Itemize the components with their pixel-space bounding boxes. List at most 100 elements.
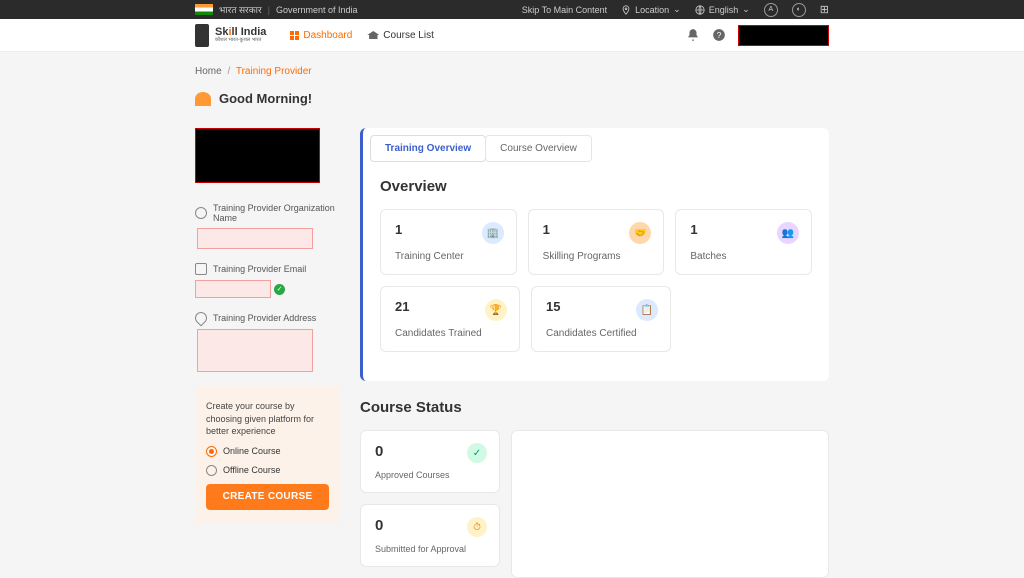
- create-course-card: Create your course by choosing given pla…: [195, 386, 340, 524]
- course-status-section: Course Status 0 ✓ Approved Courses 0 ⏱ S…: [360, 399, 829, 578]
- sun-icon: [195, 92, 211, 106]
- radio-icon: [206, 446, 217, 457]
- top-bar: भारत सरकार | Government of India Skip To…: [0, 0, 1024, 19]
- breadcrumb-current: Training Provider: [236, 66, 312, 77]
- greeting: Good Morning!: [195, 91, 829, 106]
- emblem-icon: [195, 24, 209, 47]
- chevron-down-icon: ⌄: [673, 4, 681, 15]
- help-icon[interactable]: ?: [712, 28, 726, 42]
- radio-offline[interactable]: Offline Course: [206, 465, 329, 476]
- stat-candidates-trained[interactable]: 21 🏆 Candidates Trained: [380, 286, 520, 352]
- dashboard-grid-icon: [290, 31, 299, 40]
- location-label: Location: [635, 5, 669, 15]
- field-header: Training Provider Address: [195, 312, 340, 324]
- email-value: [195, 280, 271, 298]
- india-flag-icon: [195, 4, 213, 15]
- org-label: Training Provider Organization Name: [213, 203, 340, 223]
- breadcrumb-sep: /: [227, 66, 230, 77]
- bell-icon[interactable]: [686, 28, 700, 42]
- topbar-left: भारत सरकार | Government of India: [195, 3, 358, 16]
- main: Training Overview Course Overview Overvi…: [360, 128, 829, 578]
- location-pin-icon: [621, 5, 631, 15]
- stat-approved-courses[interactable]: 0 ✓ Approved Courses: [360, 430, 500, 493]
- overview-row-1: 1 🏢 Training Center 1 🤝 Skilling Program…: [370, 209, 822, 275]
- status-col: 0 ✓ Approved Courses 0 ⏱ Submitted for A…: [360, 430, 500, 578]
- tab-course-overview[interactable]: Course Overview: [485, 135, 592, 162]
- user-profile-box[interactable]: [738, 25, 829, 46]
- field-header: Training Provider Email: [195, 263, 340, 275]
- navbar-left: Skill India कौशल भारत-कुशल भारत Dashboar…: [195, 24, 434, 47]
- spacer: [682, 286, 812, 352]
- status-label: Submitted for Approval: [375, 544, 485, 554]
- navbar: Skill India कौशल भारत-कुशल भारत Dashboar…: [0, 19, 1024, 52]
- group-icon: 👥: [777, 222, 799, 244]
- email-row: ✓: [195, 280, 340, 298]
- org-name-value: [197, 228, 313, 249]
- overview-title: Overview: [380, 178, 822, 195]
- field-email: Training Provider Email ✓: [195, 263, 340, 298]
- contrast-icon[interactable]: ◐: [792, 3, 806, 17]
- chevron-down-icon: ⌄: [742, 4, 750, 15]
- topbar-right: Skip To Main Content Location ⌄ English …: [522, 3, 829, 17]
- stat-label: Skilling Programs: [543, 251, 650, 262]
- status-label: Approved Courses: [375, 470, 485, 480]
- address-label: Training Provider Address: [213, 313, 316, 323]
- govt-english: Government of India: [276, 5, 358, 15]
- language-label: English: [709, 5, 739, 15]
- stat-skilling-programs[interactable]: 1 🤝 Skilling Programs: [528, 209, 665, 275]
- radio-online-label: Online Course: [223, 446, 281, 456]
- stat-submitted-approval[interactable]: 0 ⏱ Submitted for Approval: [360, 504, 500, 567]
- clock-icon: ⏱: [467, 517, 487, 537]
- nav-links: Dashboard Course List: [290, 30, 434, 41]
- mail-icon: [195, 263, 207, 275]
- email-label: Training Provider Email: [213, 264, 306, 274]
- sidebar: Training Provider Organization Name Trai…: [195, 128, 340, 578]
- accessibility-icon[interactable]: ⊞: [820, 3, 829, 16]
- tab-training-overview[interactable]: Training Overview: [370, 135, 486, 162]
- field-org-name: Training Provider Organization Name: [195, 203, 340, 249]
- tabs: Training Overview Course Overview: [370, 135, 822, 162]
- certificate-icon: 📋: [636, 299, 658, 321]
- divider: |: [268, 5, 270, 15]
- stat-batches[interactable]: 1 👥 Batches: [675, 209, 812, 275]
- stat-label: Candidates Certified: [546, 328, 656, 339]
- verified-check-icon: ✓: [274, 284, 285, 295]
- radio-offline-label: Offline Course: [223, 465, 280, 475]
- create-course-button[interactable]: CREATE COURSE: [206, 484, 329, 510]
- breadcrumb-home[interactable]: Home: [195, 66, 222, 77]
- greeting-text: Good Morning!: [219, 91, 312, 106]
- trophy-icon: 🏆: [485, 299, 507, 321]
- skip-link[interactable]: Skip To Main Content: [522, 5, 607, 15]
- status-row: 0 ✓ Approved Courses 0 ⏱ Submitted for A…: [360, 430, 829, 578]
- skill-india-logo[interactable]: Skill India कौशल भारत-कुशल भारत: [215, 27, 266, 43]
- font-size-a-icon[interactable]: A: [764, 3, 778, 17]
- create-text: Create your course by choosing given pla…: [206, 400, 329, 438]
- govt-hindi: भारत सरकार: [219, 3, 262, 16]
- overview-row-2: 21 🏆 Candidates Trained 15 📋 Candidates …: [370, 286, 822, 352]
- overview-panel: Training Overview Course Overview Overvi…: [360, 128, 829, 381]
- graduation-cap-icon: [367, 31, 379, 39]
- stat-candidates-certified[interactable]: 15 📋 Candidates Certified: [531, 286, 671, 352]
- stat-training-center[interactable]: 1 🏢 Training Center: [380, 209, 517, 275]
- layout: Training Provider Organization Name Trai…: [195, 128, 829, 578]
- field-header: Training Provider Organization Name: [195, 203, 340, 223]
- handshake-icon: 🤝: [629, 222, 651, 244]
- nav-dashboard[interactable]: Dashboard: [290, 30, 352, 41]
- course-status-title: Course Status: [360, 399, 829, 416]
- svg-text:?: ?: [717, 31, 722, 40]
- content: Home / Training Provider Good Morning! T…: [0, 52, 1024, 578]
- field-address: Training Provider Address: [195, 312, 340, 372]
- location-selector[interactable]: Location ⌄: [621, 4, 681, 15]
- check-circle-icon: ✓: [467, 443, 487, 463]
- stat-label: Training Center: [395, 251, 502, 262]
- nav-dashboard-label: Dashboard: [303, 30, 352, 41]
- globe-icon: [695, 5, 705, 15]
- nav-course-list[interactable]: Course List: [367, 30, 434, 41]
- nav-courselist-label: Course List: [383, 30, 434, 41]
- course-status-chart-panel: [511, 430, 829, 578]
- language-selector[interactable]: English ⌄: [695, 4, 750, 15]
- breadcrumb: Home / Training Provider: [195, 66, 829, 77]
- radio-online[interactable]: Online Course: [206, 446, 329, 457]
- logo-subtext: कौशल भारत-कुशल भारत: [215, 38, 266, 43]
- radio-icon: [206, 465, 217, 476]
